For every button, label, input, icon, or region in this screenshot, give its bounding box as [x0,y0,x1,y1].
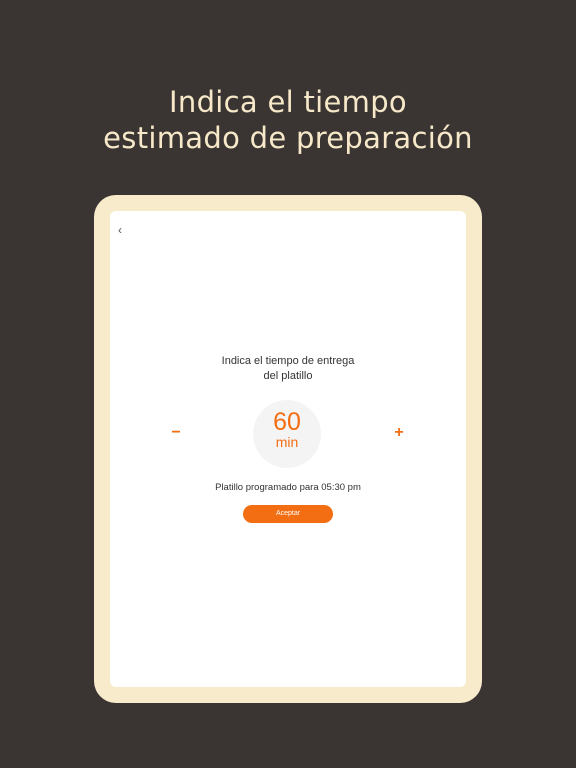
prompt-line-1: Indica el tiempo de entrega [221,355,355,367]
time-display: 60 min [253,400,321,468]
app-screen: ‹ Indica el tiempo de entrega del platil… [110,211,466,687]
delivery-time-prompt: Indica el tiempo de entrega del platillo [110,354,466,384]
scheduled-time-text: Platillo programado para 05:30 pm [215,482,361,493]
accept-button[interactable]: Aceptar [243,505,333,523]
back-chevron-icon[interactable]: ‹ [118,223,132,237]
headline-line-1: Indica el tiempo [169,85,407,119]
tablet-frame: ‹ Indica el tiempo de entrega del platil… [94,195,482,703]
decrease-time-button[interactable]: − [166,423,186,443]
prompt-line-2: del platillo [263,370,313,382]
headline-line-2: estimado de preparación [103,121,473,155]
increase-time-button[interactable]: + [389,423,409,443]
promo-headline: Indica el tiempo estimado de preparación [0,84,576,156]
time-unit: min [275,434,299,450]
time-value: 60 [273,408,301,436]
